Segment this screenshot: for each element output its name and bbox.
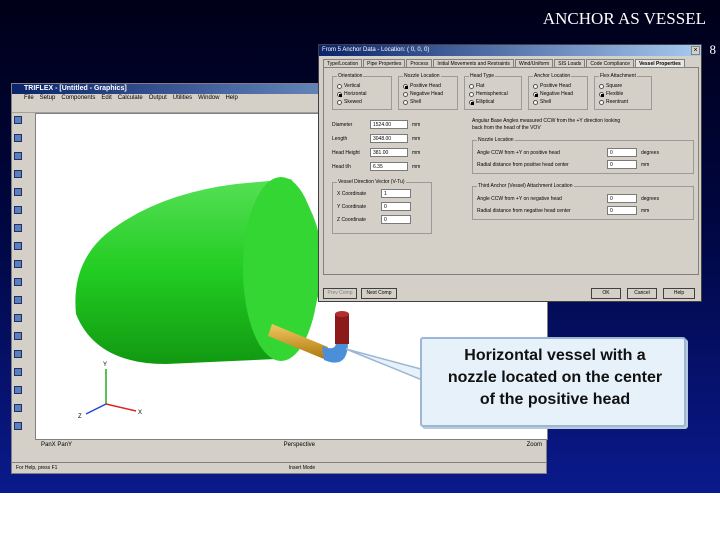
callout-line-2: nozzle located on the center bbox=[447, 369, 663, 386]
callout-box: Horizontal vessel with a nozzle located … bbox=[420, 337, 686, 427]
callout-text: Horizontal vessel with a nozzle located … bbox=[422, 345, 688, 411]
callout-pointer bbox=[345, 348, 433, 386]
callout-line-1: Horizontal vessel with a bbox=[464, 347, 646, 364]
callout-line-3: of the positive head bbox=[479, 391, 631, 408]
